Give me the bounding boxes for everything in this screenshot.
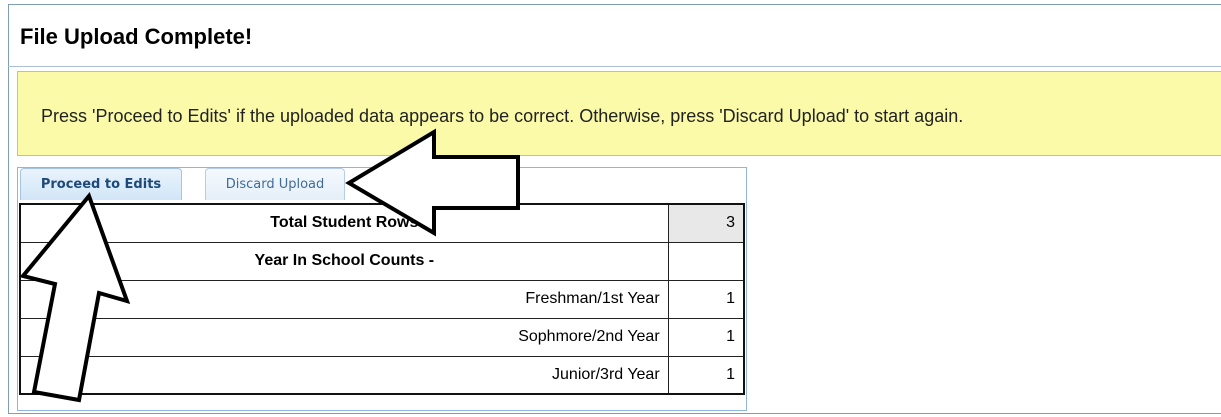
table-row: Junior/3rd Year 1 [19, 355, 745, 395]
title-divider [8, 66, 1221, 67]
upload-summary-table: Total Student Rows 3 Year In School Coun… [19, 203, 745, 395]
row-label-freshman: Freshman/1st Year [19, 279, 669, 319]
row-label-total-student-rows: Total Student Rows [19, 203, 669, 243]
table-row: Sophmore/2nd Year 1 [19, 317, 745, 357]
table-row: Freshman/1st Year 1 [19, 279, 745, 319]
row-label-year-in-school-counts: Year In School Counts - [19, 241, 669, 281]
page-title: File Upload Complete! [20, 24, 253, 49]
table-row: Year In School Counts - [19, 241, 745, 281]
notice-banner: Press 'Proceed to Edits' if the uploaded… [17, 71, 1221, 156]
row-label-junior: Junior/3rd Year [19, 355, 669, 395]
discard-upload-button[interactable]: Discard Upload [205, 168, 345, 200]
row-value-sophmore: 1 [667, 317, 745, 357]
row-value-junior: 1 [667, 355, 745, 395]
row-value-freshman: 1 [667, 279, 745, 319]
proceed-to-edits-button[interactable]: Proceed to Edits [20, 168, 182, 200]
notice-message: Press 'Proceed to Edits' if the uploaded… [41, 106, 964, 126]
row-label-sophmore: Sophmore/2nd Year [19, 317, 669, 357]
row-value-total-student-rows: 3 [667, 203, 745, 243]
table-row: Total Student Rows 3 [19, 203, 745, 243]
row-value-year-in-school-counts [667, 241, 745, 281]
